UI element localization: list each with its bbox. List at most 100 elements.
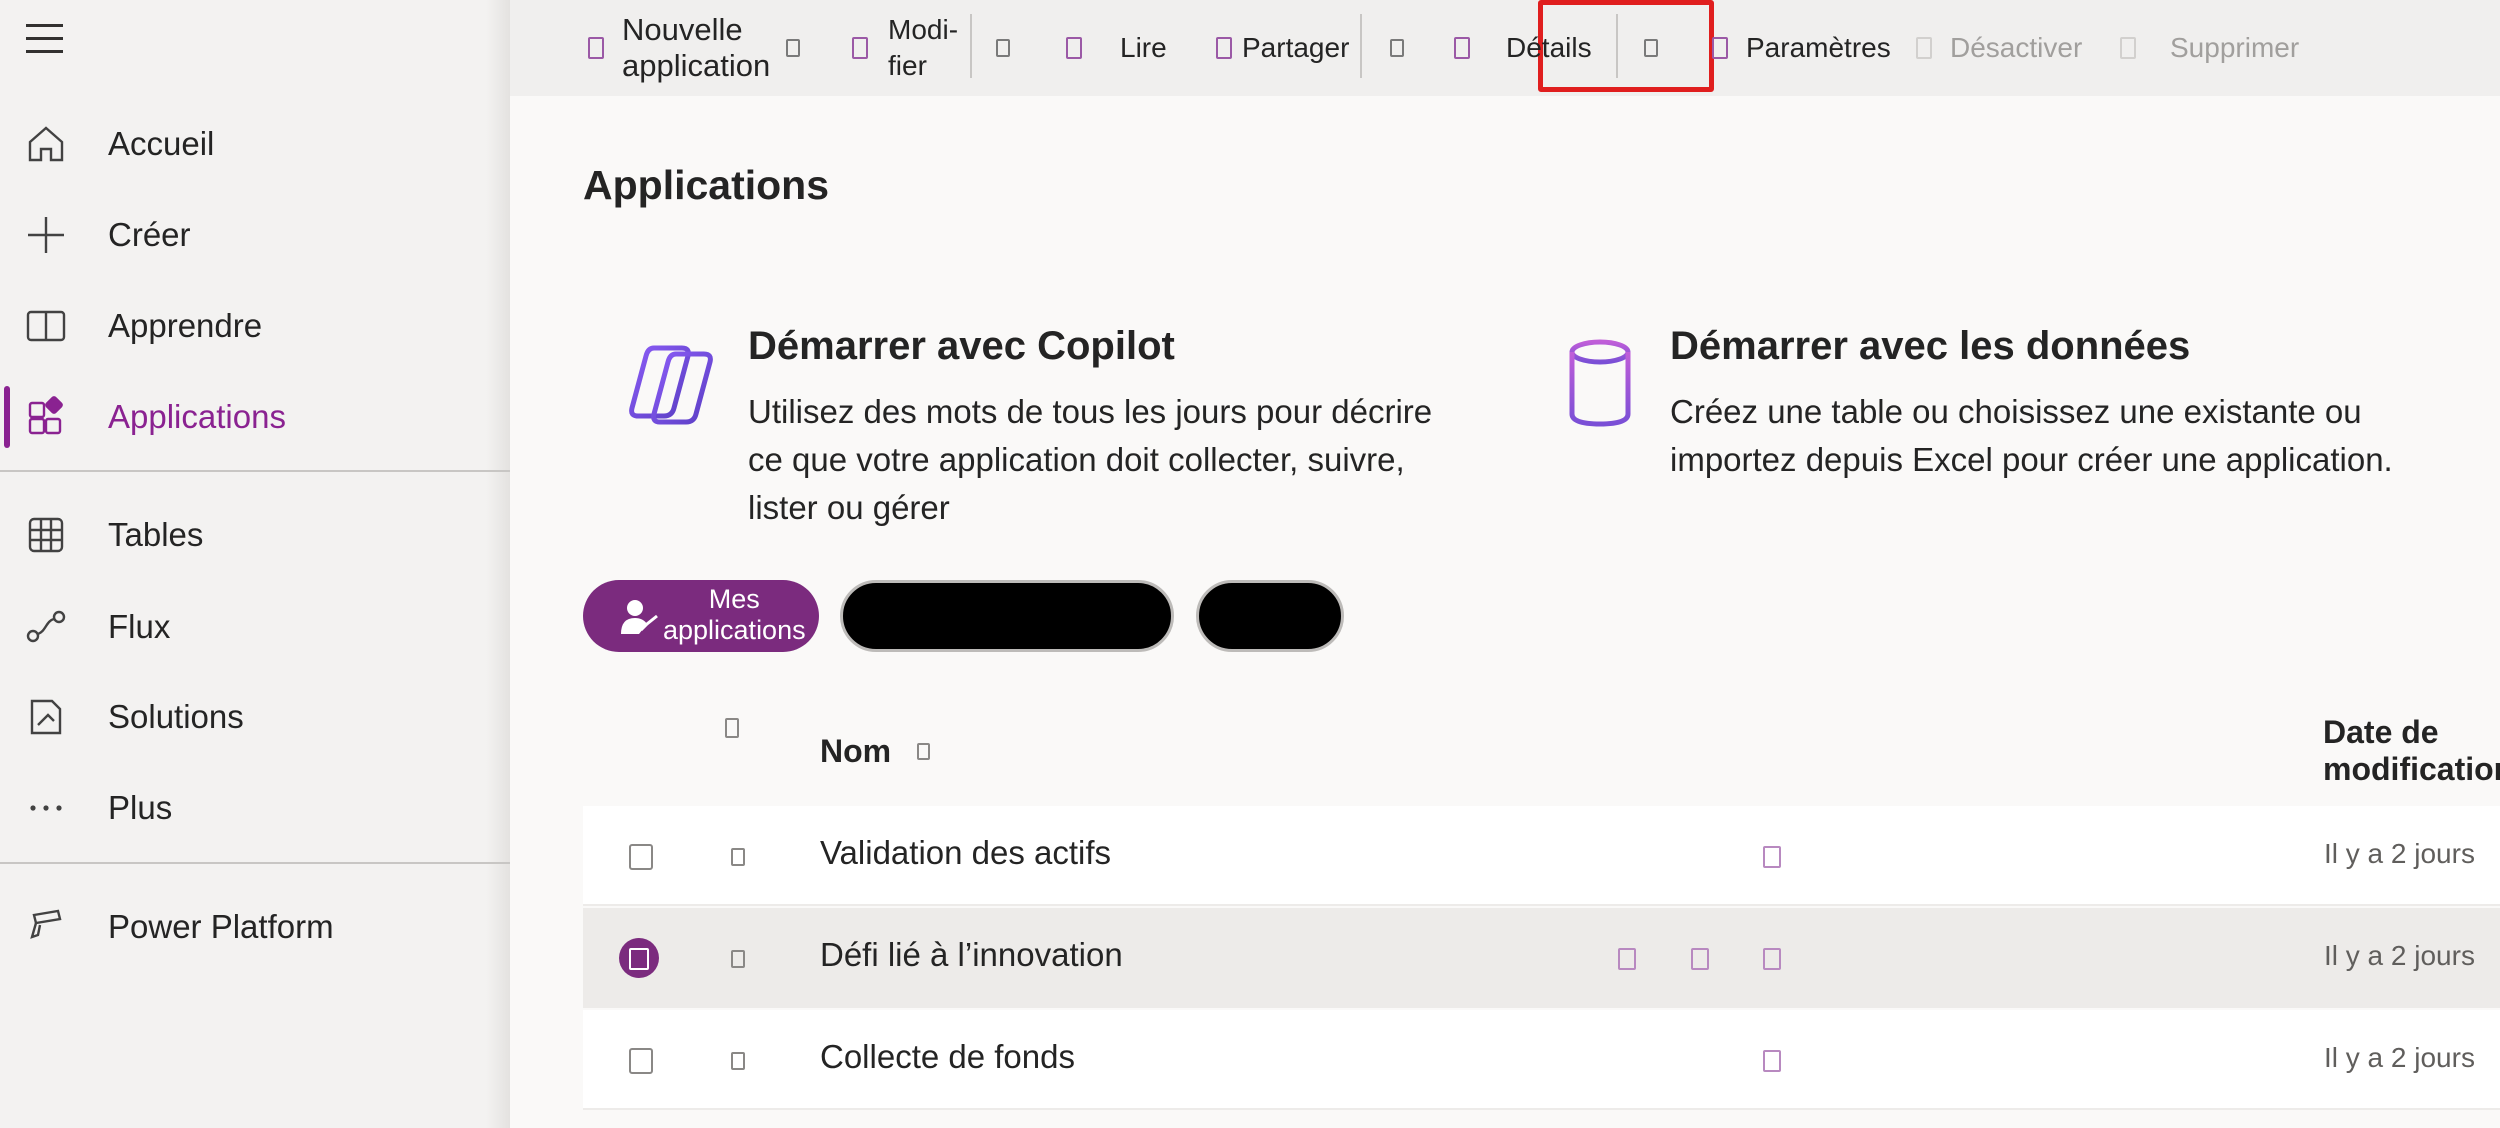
sidebar-item-label: Power Platform <box>108 908 334 945</box>
data-card[interactable]: Démarrer avec les données Créez une tabl… <box>1490 304 2500 504</box>
row-checkbox[interactable] <box>629 844 653 870</box>
sidebar-item-flux[interactable]: Flux <box>0 587 510 667</box>
details-button[interactable]: Détails <box>1454 0 1592 96</box>
left-navigation: Accueil Créer Apprendre Applications Tab… <box>0 0 510 1128</box>
sidebar-item-accueil[interactable]: Accueil <box>0 104 510 184</box>
sidebar-item-power-platform[interactable]: Power Platform <box>0 887 510 967</box>
new-app-icon <box>588 37 604 59</box>
new-app-label-line1: Nouvelle <box>622 12 743 47</box>
share-button[interactable]: Partager <box>1216 0 1349 96</box>
copilot-card-title: Démarrer avec Copilot <box>748 324 1175 368</box>
column-header-name-label: Nom <box>820 732 892 769</box>
toolbar-separator <box>1616 14 1618 78</box>
app-name[interactable]: Collecte de fonds <box>820 1038 1075 1076</box>
plus-icon <box>24 213 68 257</box>
edit-button[interactable]: Modi- fier <box>852 0 958 96</box>
sidebar-item-label: Créer <box>108 216 191 253</box>
sidebar-item-label: Flux <box>108 608 171 645</box>
main-content: Applications Démarrer avec Copilot Utili… <box>510 96 2500 1128</box>
sidebar-item-label: Solutions <box>108 698 244 735</box>
column-header-modified[interactable]: Date de modification <box>2323 706 2500 796</box>
play-label: Lire <box>1120 32 1167 63</box>
app-modified: Il y a 2 jours <box>2324 940 2475 971</box>
copilot-card[interactable]: Démarrer avec Copilot Utilisez des mots … <box>510 304 1460 544</box>
table-row[interactable]: Collecte de fonds Il y a 2 jours <box>583 1010 2500 1110</box>
new-app-dropdown-chevron-icon[interactable] <box>786 0 800 96</box>
my-apps-filter-pill[interactable]: Mes applications <box>583 580 819 652</box>
row-info-icon[interactable] <box>1763 948 1781 970</box>
filter-pill-redacted[interactable] <box>840 580 1174 652</box>
person-icon <box>621 600 658 634</box>
row-info-icon[interactable] <box>1763 846 1781 868</box>
copilot-card-desc-line: Utilisez des mots de tous les jours pour… <box>748 393 1433 430</box>
solutions-icon <box>24 695 68 739</box>
database-icon <box>1569 339 1631 427</box>
details-icon <box>1454 37 1470 59</box>
sidebar-item-tables[interactable]: Tables <box>0 495 510 575</box>
column-header-name[interactable]: Nom <box>820 706 931 796</box>
table-row[interactable]: Validation des actifs Il y a 2 jours <box>583 806 2500 906</box>
app-name[interactable]: Défi lié à l’innovation <box>820 936 1123 974</box>
details-dropdown-chevron-icon[interactable] <box>1644 0 1658 96</box>
details-label: Détails <box>1506 32 1592 63</box>
row-play-icon[interactable] <box>1618 948 1636 970</box>
share-dropdown-chevron-icon[interactable] <box>1390 0 1404 96</box>
table-grid-icon <box>24 513 68 557</box>
delete-label: Supprimer <box>2170 32 2300 63</box>
play-icon <box>1066 37 1082 59</box>
sort-icon <box>917 742 931 760</box>
flow-icon <box>24 605 68 649</box>
app-type-icon <box>731 848 745 866</box>
row-checkbox[interactable] <box>629 1048 653 1074</box>
toolbar-separator <box>970 14 972 78</box>
app-modified: Il y a 2 jours <box>2324 1042 2475 1073</box>
delete-button[interactable]: Supprimer <box>2120 0 2299 96</box>
more-icon <box>24 786 68 830</box>
deactivate-label: Désactiver <box>1950 32 2083 63</box>
sidebar-item-applications[interactable]: Applications <box>0 377 510 457</box>
table-row[interactable]: Défi lié à l’innovation Il y a 2 jours <box>583 908 2500 1008</box>
command-bar: Nouvelle application Modi- fier Lire Par… <box>510 0 2500 96</box>
power-platform-icon <box>24 905 68 949</box>
sidebar-item-plus[interactable]: Plus <box>0 768 510 848</box>
edit-dropdown-chevron-icon[interactable] <box>996 0 1010 96</box>
sidebar-divider <box>0 862 510 864</box>
new-app-button[interactable]: Nouvelle application <box>588 0 770 96</box>
sidebar-item-label: Accueil <box>108 125 215 162</box>
share-icon <box>1216 37 1232 59</box>
copilot-card-desc-line: lister ou gérer <box>748 489 950 526</box>
sidebar-item-apprendre[interactable]: Apprendre <box>0 286 510 366</box>
file-type-column-icon[interactable] <box>725 718 739 738</box>
hamburger-menu-icon[interactable] <box>26 24 66 58</box>
app-name[interactable]: Validation des actifs <box>820 834 1111 872</box>
settings-button[interactable]: Paramètres <box>1712 0 1891 96</box>
data-card-title: Démarrer avec les données <box>1670 324 2191 368</box>
sidebar-item-label: Apprendre <box>108 307 263 344</box>
sidebar-item-creer[interactable]: Créer <box>0 195 510 275</box>
row-info-icon[interactable] <box>1763 1050 1781 1072</box>
edit-icon <box>852 37 868 59</box>
delete-icon <box>2120 37 2136 59</box>
sidebar-item-label: Plus <box>108 789 173 826</box>
data-card-desc-line: Créez une table ou choisissez une exista… <box>1670 393 2362 430</box>
filter-pill-redacted[interactable] <box>1196 580 1344 652</box>
sidebar-item-label: Applications <box>108 398 286 435</box>
app-modified: Il y a 2 jours <box>2324 838 2475 869</box>
sidebar-divider <box>0 470 510 472</box>
column-header-modified-label: Date de modification <box>2323 714 2500 787</box>
data-card-desc-line: importez depuis Excel pour créer une app… <box>1670 441 2393 478</box>
share-label: Partager <box>1242 32 1350 63</box>
my-apps-label-line1: Mes <box>708 584 760 614</box>
edit-label-line1: Modi- <box>888 14 959 45</box>
copilot-icon <box>629 345 713 425</box>
row-share-icon[interactable] <box>1691 948 1709 970</box>
home-icon <box>24 122 68 166</box>
play-button[interactable]: Lire <box>1066 0 1167 96</box>
my-apps-label-line2: applications <box>663 615 806 645</box>
row-checkbox-checked[interactable] <box>619 938 659 978</box>
deactivate-button[interactable]: Désactiver <box>1916 0 2082 96</box>
toolbar-separator <box>1360 14 1362 78</box>
sidebar-item-solutions[interactable]: Solutions <box>0 677 510 757</box>
edit-label-line2: fier <box>888 50 927 81</box>
deactivate-icon <box>1916 37 1932 59</box>
